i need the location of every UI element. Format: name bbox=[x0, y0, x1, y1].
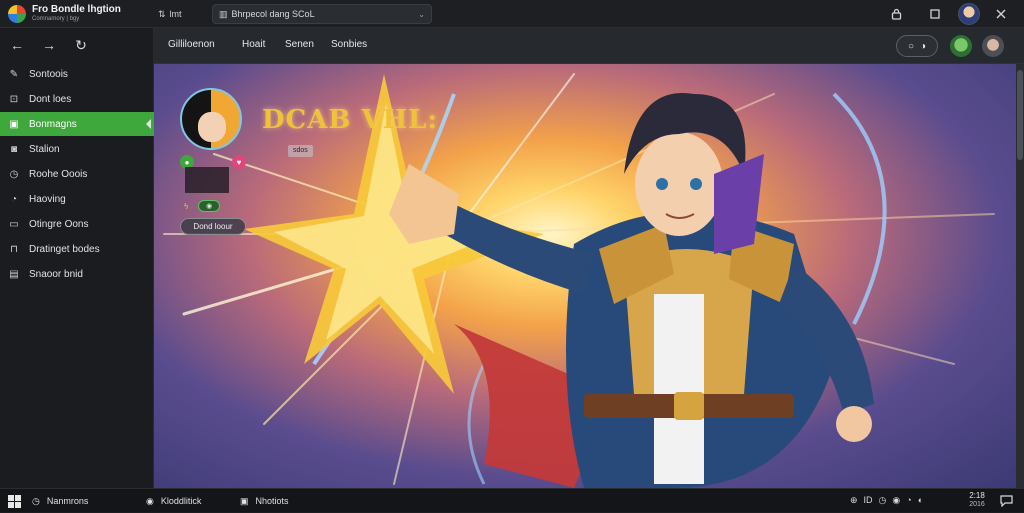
moon-icon: ◔ bbox=[10, 193, 18, 205]
nav-controls: ← → ↻ bbox=[0, 32, 154, 58]
tray-icon[interactable]: ID bbox=[864, 495, 873, 509]
windows-start-icon[interactable] bbox=[8, 495, 21, 508]
chat-icon: ◙ bbox=[10, 143, 18, 155]
tab-gilliloenon[interactable]: Gilliloenon bbox=[168, 39, 215, 50]
hero-action-button[interactable]: Dond loour bbox=[180, 218, 246, 235]
sidebar-item-label: Haoving bbox=[29, 193, 66, 205]
user-avatar-icon[interactable] bbox=[982, 35, 1004, 57]
sidebar: ← → ↻ ✎ Sontoois ⊡ Dont loes ▣ Bonmagns ◙ Stali… bbox=[0, 28, 154, 488]
scrollbar[interactable] bbox=[1016, 64, 1024, 488]
tab-chip[interactable]: ⇅ lmt bbox=[158, 6, 182, 22]
sidebar-item-label: Snaoor bnid bbox=[29, 268, 83, 280]
taskbar-item[interactable]: ▣ Nhotiots bbox=[240, 493, 289, 509]
clock-time: 2:18 bbox=[969, 491, 985, 500]
character-thumbnail bbox=[185, 167, 229, 193]
taskbar-item[interactable]: ◷ Nanmrons bbox=[32, 493, 88, 509]
chevron-down-icon[interactable]: ⌄ bbox=[418, 10, 425, 19]
page-icon: ▥ bbox=[219, 8, 228, 19]
sidebar-item-label: Otingre Oons bbox=[29, 218, 89, 230]
notification-icon[interactable] bbox=[1000, 494, 1014, 508]
content-toolbar: Gilliloenon Hoait Senen Sonbies ○ ◑ bbox=[154, 28, 1024, 64]
tab-label: lmt bbox=[169, 9, 182, 19]
back-arrow-icon[interactable]: ← bbox=[8, 36, 26, 54]
taskbar-item[interactable]: ◉ Kloddlitick bbox=[146, 493, 201, 509]
sidebar-item-stalion[interactable]: ◙ Stalion bbox=[0, 137, 154, 161]
app-title: Fro Bondle lhgtion bbox=[32, 4, 121, 15]
hero-title: DCAB VHL: bbox=[262, 105, 439, 135]
bolt-icon: ϟ bbox=[184, 201, 189, 211]
eye-icon: ◑ bbox=[920, 40, 927, 52]
toggle-switch[interactable]: ◉ bbox=[198, 200, 221, 212]
sidebar-item-dont-loes[interactable]: ⊡ Dont loes bbox=[0, 87, 154, 111]
taskbar-item-label: Kloddlitick bbox=[160, 496, 202, 506]
wrench-icon: ✎ bbox=[9, 68, 19, 80]
tray-icon[interactable]: ◔ bbox=[906, 495, 911, 509]
scrollbar-thumb[interactable] bbox=[1017, 70, 1023, 160]
tab-hoait[interactable]: Hoait bbox=[242, 39, 265, 50]
folder-icon: ▭ bbox=[9, 218, 19, 230]
toggle-row: ϟ ◉ bbox=[180, 199, 246, 213]
heart-icon[interactable]: ♥ bbox=[232, 155, 246, 169]
sidebar-item-label: Stalion bbox=[29, 143, 60, 155]
sidebar-item-label: Roohe Ooois bbox=[29, 168, 88, 180]
title-bar: Fro Bondle lhgtion Comnamory | bgy ⇅ lmt… bbox=[0, 0, 1024, 28]
clock-date: 2016 bbox=[969, 501, 985, 508]
sidebar-item-sontoois[interactable]: ✎ Sontoois bbox=[0, 62, 154, 86]
taskbar-item-label: Nanmrons bbox=[46, 496, 89, 506]
address-bar[interactable]: ▥ Bhrpecol dang SCoL ⌄ bbox=[212, 4, 432, 24]
profile-icon[interactable] bbox=[950, 35, 972, 57]
sidebar-item-otingre-oons[interactable]: ▭ Otingre Oons bbox=[0, 212, 154, 236]
app-logo-icon bbox=[8, 5, 26, 23]
active-indicator-icon bbox=[146, 119, 151, 129]
grid-icon: ▤ bbox=[9, 268, 19, 280]
clock-icon: ◷ bbox=[9, 168, 19, 180]
lock-icon[interactable] bbox=[886, 4, 906, 24]
sidebar-item-label: Bonmagns bbox=[29, 118, 77, 130]
view-toggle-button[interactable]: ○ ◑ bbox=[896, 35, 938, 57]
tray-icon[interactable]: ⊕ bbox=[850, 495, 858, 509]
tab-icon: ⇅ bbox=[158, 8, 166, 19]
profile-avatar[interactable] bbox=[180, 88, 242, 150]
tray-icon[interactable]: ◉ bbox=[892, 495, 900, 509]
sidebar-item-dratinget-bodes[interactable]: ⊓ Dratinget bodes bbox=[0, 237, 154, 261]
hero-badge: sdos bbox=[288, 145, 313, 157]
app-subtitle: Comnamory | bgy bbox=[32, 16, 80, 22]
image-icon: ▣ bbox=[9, 118, 19, 130]
tab-senen[interactable]: Senen bbox=[285, 39, 314, 50]
sidebar-item-bonmagns[interactable]: ▣ Bonmagns bbox=[0, 112, 154, 136]
taskbar-item-label: Nhotiots bbox=[255, 496, 289, 506]
system-tray: ⊕ ID ◷ ◉ ◔ ◐ bbox=[850, 495, 923, 509]
sidebar-item-haoving[interactable]: ◔ Haoving bbox=[0, 187, 154, 211]
sidebar-item-label: Dratinget bodes bbox=[29, 243, 100, 255]
bookmark-icon: ⊡ bbox=[9, 93, 19, 105]
sidebar-item-label: Dont loes bbox=[29, 93, 72, 105]
avatar[interactable] bbox=[958, 3, 980, 25]
sidebar-item-snaoor-bnid[interactable]: ▤ Snaoor bnid bbox=[0, 262, 154, 286]
tray-icon[interactable]: ◐ bbox=[918, 495, 923, 509]
tray-icon[interactable]: ◷ bbox=[879, 495, 887, 509]
window-icon: ▣ bbox=[240, 495, 249, 506]
clock-icon: ◷ bbox=[32, 495, 40, 506]
record-icon: ◉ bbox=[146, 495, 154, 506]
clock[interactable]: 2:18 2016 bbox=[962, 491, 992, 511]
address-text: Bhrpecol dang SCoL bbox=[231, 9, 315, 19]
close-icon[interactable] bbox=[991, 4, 1011, 24]
forward-arrow-icon[interactable]: → bbox=[40, 36, 58, 54]
tab-sonbies[interactable]: Sonbies bbox=[331, 39, 367, 50]
sidebar-item-roohe-ooois[interactable]: ◷ Roohe Ooois bbox=[0, 162, 154, 186]
maximize-icon[interactable] bbox=[925, 4, 945, 24]
sidebar-item-label: Sontoois bbox=[29, 68, 68, 80]
circle-icon: ○ bbox=[907, 40, 914, 52]
refresh-icon[interactable]: ↻ bbox=[72, 36, 90, 54]
lock-icon: ⊓ bbox=[10, 243, 18, 255]
taskbar: ◷ Nanmrons ◉ Kloddlitick ▣ Nhotiots ⊕ ID ◷ ◉ ◔ ◐ 2… bbox=[0, 488, 1024, 512]
